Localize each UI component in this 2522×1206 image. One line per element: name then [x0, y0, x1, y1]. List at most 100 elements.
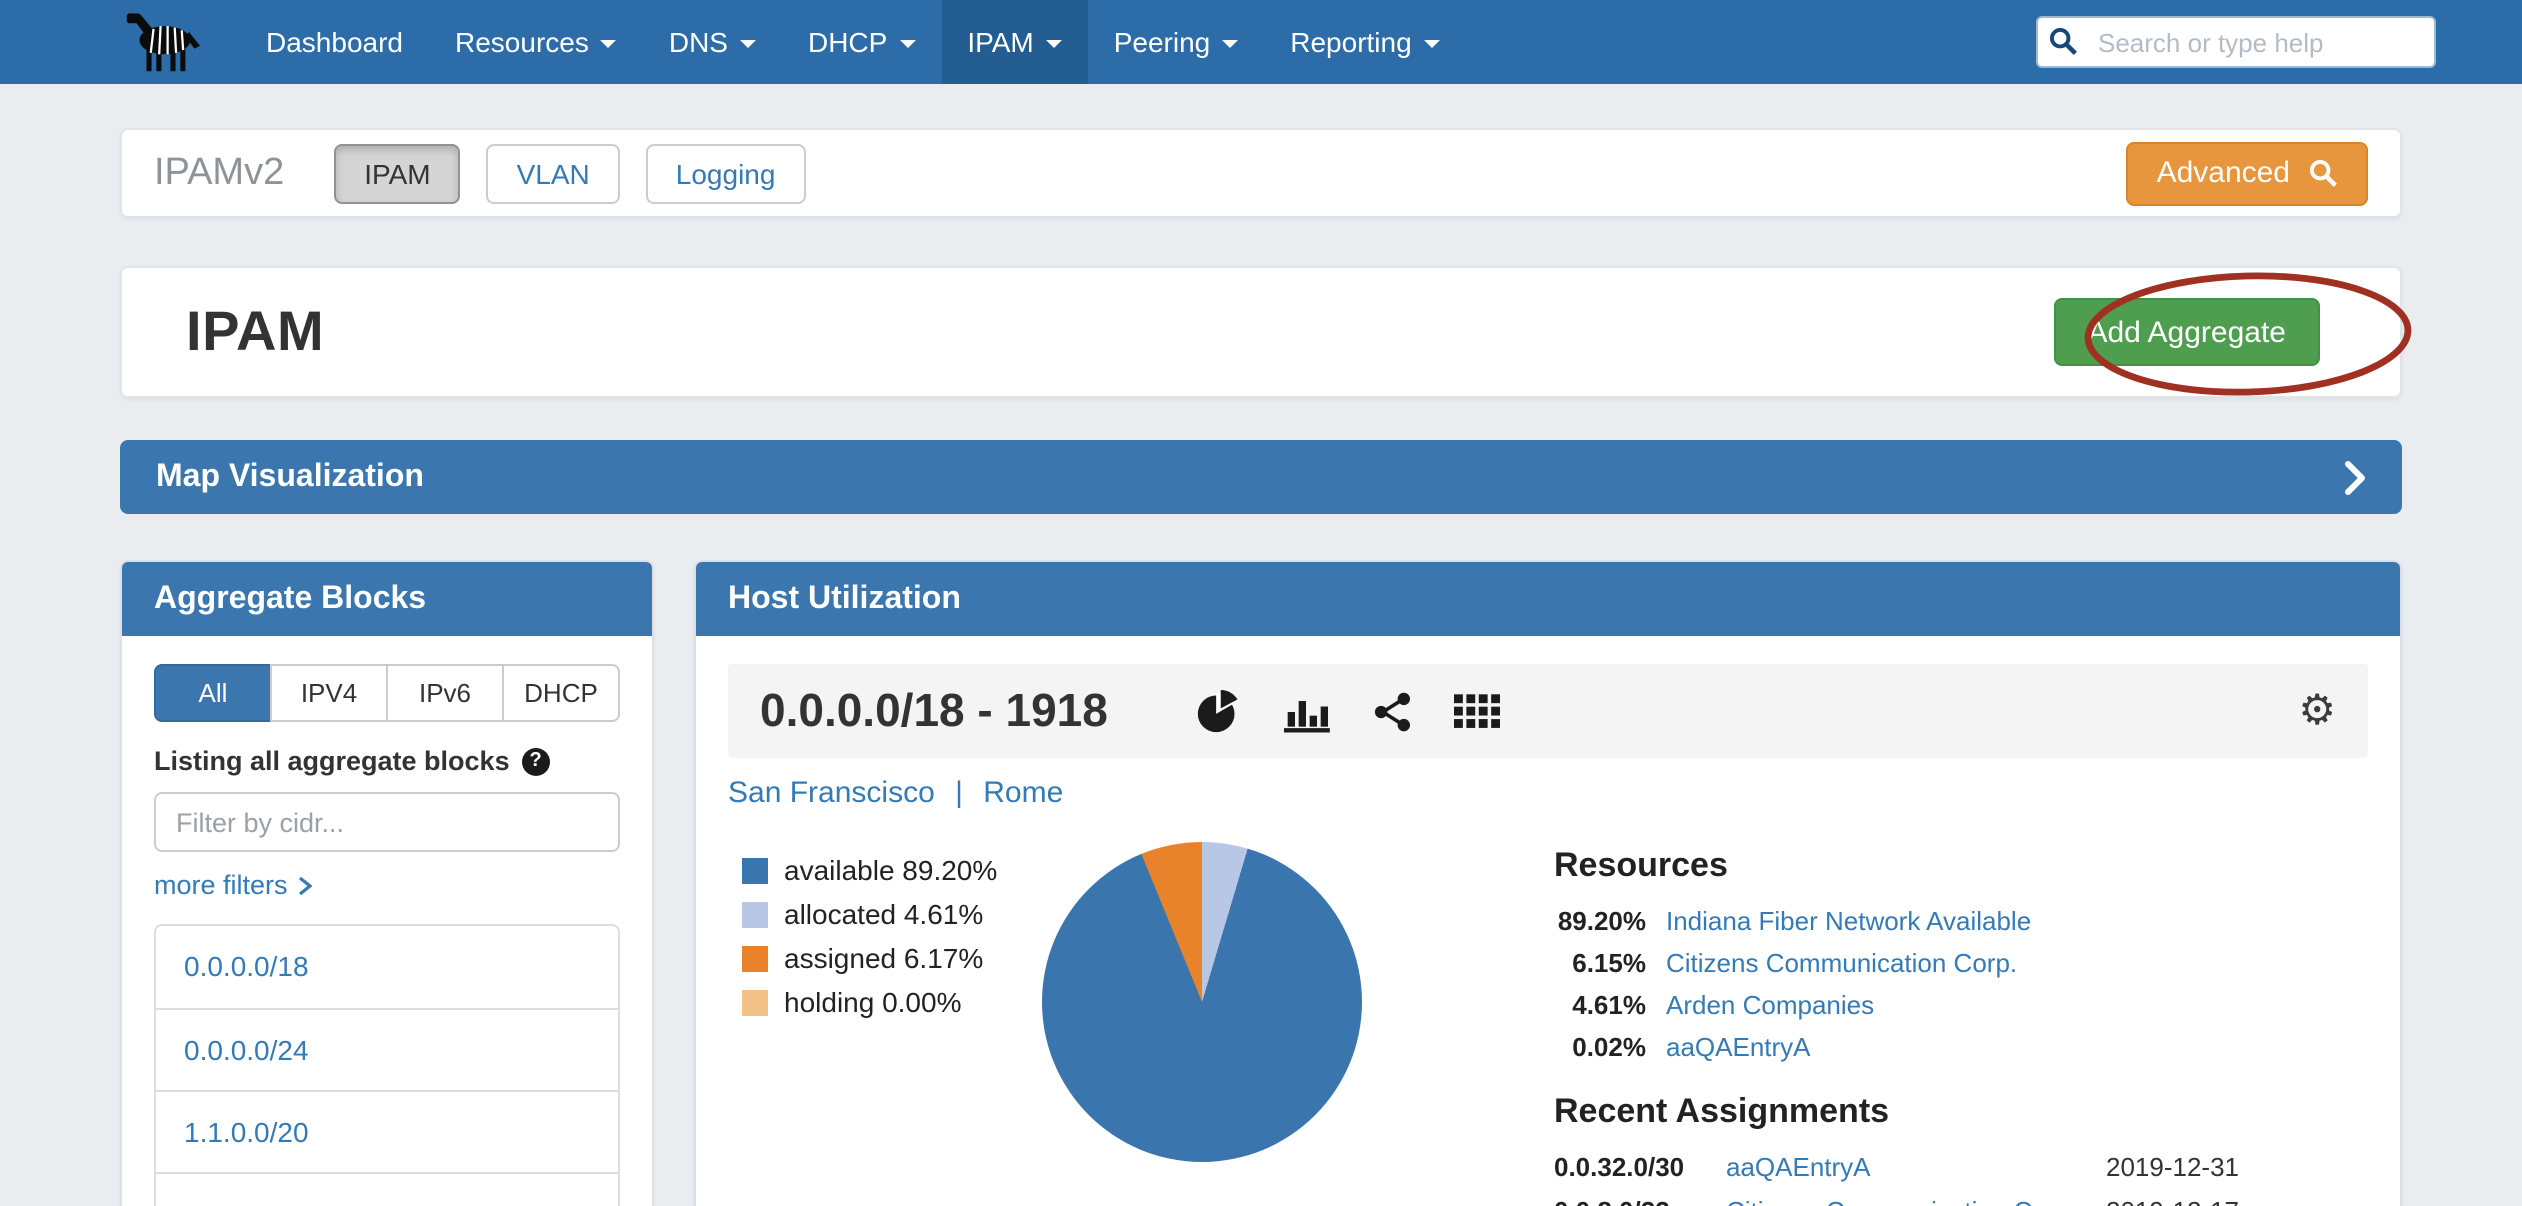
nav-item-resources[interactable]: Resources: [429, 0, 643, 84]
nav-item-ipam[interactable]: IPAM: [941, 0, 1087, 84]
block-type-filter: All IPV4 IPv6 DHCP: [154, 664, 620, 722]
map-visualization-bar[interactable]: Map Visualization: [120, 440, 2402, 514]
resource-row: 6.15% Citizens Communication Corp.: [1554, 946, 2368, 980]
resources-heading: Resources: [1554, 846, 2368, 886]
assignment-cidr: 0.0.8.0/22: [1554, 1194, 1706, 1206]
assignment-date: 2019-12-31: [2106, 1150, 2368, 1186]
top-navbar: Dashboard Resources DNS DHCP IPAM Peerin…: [0, 0, 2522, 84]
list-item[interactable]: 1.1.0.0/20: [156, 1090, 618, 1172]
resource-row: 0.02% aaQAEntryA: [1554, 1030, 2368, 1064]
filter-ipv6-button[interactable]: IPv6: [386, 664, 504, 722]
caret-down-icon: [1424, 40, 1440, 48]
caret-down-icon: [899, 40, 915, 48]
legend-row-holding: holding 0.00%: [742, 986, 1042, 1018]
location-link-san-franscisco[interactable]: San Franscisco: [728, 776, 935, 810]
main-nav: Dashboard Resources DNS DHCP IPAM Peerin…: [240, 0, 1466, 84]
nav-item-reporting[interactable]: Reporting: [1264, 0, 1465, 84]
more-filters-label: more filters: [154, 870, 288, 900]
resource-percent: 0.02%: [1554, 1030, 1646, 1064]
list-item[interactable]: 0.0.0.0/24: [156, 1008, 618, 1090]
nav-item-dhcp[interactable]: DHCP: [782, 0, 941, 84]
location-link-rome[interactable]: Rome: [983, 776, 1063, 810]
tab-logging[interactable]: Logging: [646, 143, 806, 203]
nav-label: Dashboard: [266, 26, 403, 58]
nav-item-peering[interactable]: Peering: [1088, 0, 1265, 84]
caret-down-icon: [1046, 40, 1062, 48]
host-utilization-title: Host Utilization: [728, 581, 961, 617]
legend-label: assigned 6.17%: [784, 942, 983, 974]
resource-percent: 89.20%: [1554, 904, 1646, 938]
aggregate-blocks-header: Aggregate Blocks: [122, 562, 652, 636]
listing-label: Listing all aggregate blocks ?: [154, 746, 620, 776]
help-icon[interactable]: ?: [522, 747, 550, 775]
aggregate-block-list: 0.0.0.0/18 0.0.0.0/24 1.1.0.0/20: [154, 924, 620, 1206]
pie-chart-icon[interactable]: [1196, 689, 1240, 733]
add-aggregate-button[interactable]: Add Aggregate: [2053, 298, 2320, 366]
host-utilization-header: Host Utilization: [696, 562, 2400, 636]
tab-vlan[interactable]: VLAN: [487, 143, 620, 203]
zebra-logo[interactable]: [116, 0, 208, 84]
legend-chip-available: [742, 857, 768, 883]
resource-percent: 4.61%: [1554, 988, 1646, 1022]
block-title: 0.0.0.0/18 - 1918: [760, 684, 1108, 738]
list-item[interactable]: 0.0.0.0/18: [156, 926, 618, 1008]
nav-label: Peering: [1114, 26, 1211, 58]
resource-link[interactable]: Indiana Fiber Network Available: [1666, 904, 2368, 938]
gear-icon[interactable]: ⚙: [2298, 690, 2336, 732]
assignment-link[interactable]: aaQAEntryA: [1726, 1150, 2086, 1186]
section-title: IPAMv2: [154, 151, 284, 195]
legend-chip-holding: [742, 989, 768, 1015]
chevron-right-icon: [298, 875, 312, 895]
resource-link[interactable]: Citizens Communication Corp.: [1666, 946, 2368, 980]
app-viewport: Dashboard Resources DNS DHCP IPAM Peerin…: [0, 0, 2522, 1206]
filter-ipv4-button[interactable]: IPV4: [270, 664, 388, 722]
assignments-heading: Recent Assignments: [1554, 1092, 2368, 1132]
resource-percent: 6.15%: [1554, 946, 1646, 980]
listing-label-text: Listing all aggregate blocks: [154, 746, 510, 776]
search-input[interactable]: [2036, 16, 2436, 68]
resource-link[interactable]: Arden Companies: [1666, 988, 2368, 1022]
legend-row-assigned: assigned 6.17%: [742, 942, 1042, 974]
assignment-row: 0.0.8.0/22Citizens Communication Corp.20…: [1554, 1194, 2368, 1206]
host-utilization-toolbar: 0.0.0.0/18 - 1918: [728, 664, 2368, 758]
nav-label: DNS: [669, 26, 728, 58]
chevron-right-icon: [2344, 459, 2366, 495]
advanced-search-button[interactable]: Advanced: [2127, 141, 2368, 205]
chart-view-toggles: [1196, 689, 1500, 733]
assignment-cidr: 0.0.32.0/30: [1554, 1150, 1706, 1186]
legend-label: holding 0.00%: [784, 986, 962, 1018]
nav-label: Resources: [455, 26, 589, 58]
legend-chip-allocated: [742, 901, 768, 927]
grid-icon[interactable]: [1454, 693, 1500, 729]
caret-down-icon: [740, 40, 756, 48]
assignment-link[interactable]: Citizens Communication Corp.: [1726, 1194, 2086, 1206]
share-icon[interactable]: [1372, 689, 1412, 733]
host-utilization-body: 0.0.0.0/18 - 1918: [696, 636, 2400, 1206]
nav-item-dashboard[interactable]: Dashboard: [240, 0, 429, 84]
tab-ipam[interactable]: IPAM: [334, 143, 460, 203]
caret-down-icon: [1222, 40, 1238, 48]
zebra-logo-icon: [116, 11, 208, 73]
search-icon: [2048, 26, 2078, 56]
resource-link[interactable]: aaQAEntryA: [1666, 1030, 2368, 1064]
nav-label: Reporting: [1290, 26, 1411, 58]
utilization-pie-chart: [1042, 842, 1362, 1162]
nav-item-dns[interactable]: DNS: [643, 0, 782, 84]
ipamv2-toolbar: IPAMv2 IPAM VLAN Logging Advanced: [120, 128, 2402, 218]
legend-label: allocated 4.61%: [784, 898, 983, 930]
cidr-filter-input[interactable]: [154, 792, 620, 852]
navbar-search: [2036, 16, 2436, 68]
bar-chart-icon[interactable]: [1282, 689, 1330, 733]
filter-dhcp-button[interactable]: DHCP: [502, 664, 620, 722]
aggregate-blocks-panel: Aggregate Blocks All IPV4 IPv6 DHCP List…: [120, 560, 654, 1206]
legend-chip-assigned: [742, 945, 768, 971]
list-item[interactable]: [156, 1172, 618, 1206]
filter-all-button[interactable]: All: [154, 664, 272, 722]
legend-row-allocated: allocated 4.61%: [742, 898, 1042, 930]
nav-label: IPAM: [967, 26, 1033, 58]
page-title: IPAM: [186, 300, 324, 364]
location-links: San Franscisco | Rome: [728, 776, 2368, 810]
more-filters-link[interactable]: more filters: [154, 870, 312, 900]
resource-row: 4.61% Arden Companies: [1554, 988, 2368, 1022]
nav-label: DHCP: [808, 26, 887, 58]
